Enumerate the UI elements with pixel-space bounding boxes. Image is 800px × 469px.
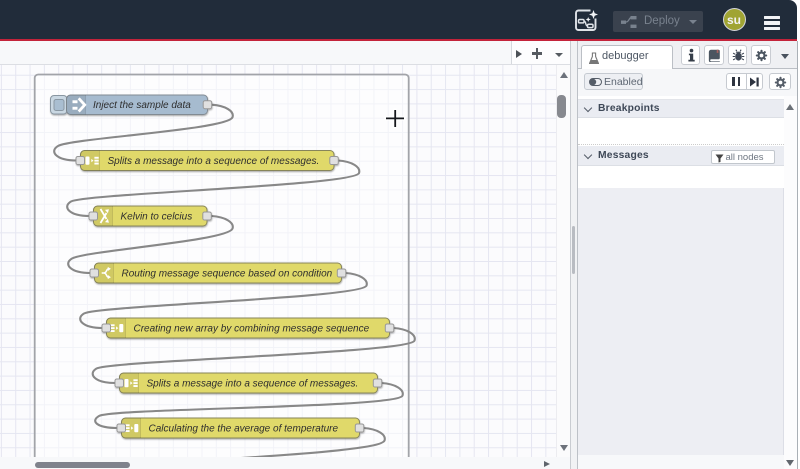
svg-text:Routing message sequence based: Routing message sequence based on condit… [122,269,333,280]
svg-text:Splits a message into a sequen: Splits a message into a sequence of mess… [108,156,320,167]
svg-text:Inject the sample data: Inject the sample data [93,100,191,111]
svg-text:Creating new array by combinin: Creating new array by combining message … [134,324,370,335]
svg-text:Splits a message into a sequen: Splits a message into a sequence of mess… [147,379,359,390]
svg-text:Calculating the the average of: Calculating the the average of temperatu… [149,424,339,435]
svg-text:Kelvin to celcius: Kelvin to celcius [121,212,193,223]
